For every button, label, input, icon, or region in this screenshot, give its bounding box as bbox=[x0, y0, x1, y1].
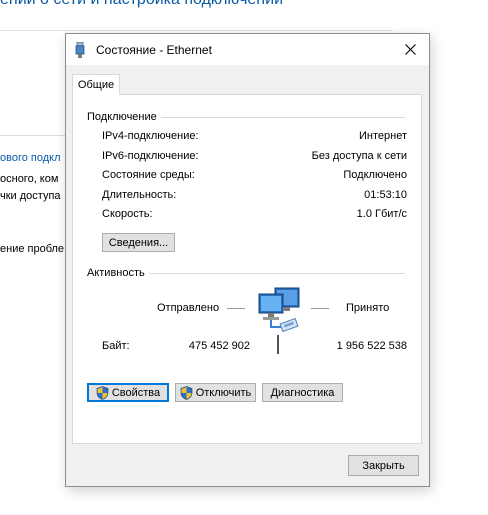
background-text-line: чки доступа bbox=[0, 190, 61, 202]
ipv6-label: IPv6-подключение: bbox=[102, 150, 199, 162]
media-state-value: Подключено bbox=[343, 169, 407, 181]
uac-shield-icon bbox=[96, 385, 109, 400]
received-line bbox=[311, 308, 329, 309]
tab-panel-general: Подключение IPv4-подключение: Интернет I… bbox=[72, 94, 422, 444]
background-header: ении о сети и настройка подключений bbox=[0, 0, 420, 9]
background-link-new-connection[interactable]: ового подкл bbox=[0, 152, 66, 164]
ipv4-value: Интернет bbox=[359, 130, 407, 142]
close-button[interactable] bbox=[391, 34, 429, 65]
tab-general[interactable]: Общие bbox=[72, 74, 120, 95]
sent-line bbox=[227, 308, 245, 309]
background-text-line: осного, ком bbox=[0, 173, 59, 185]
sent-label: Отправлено bbox=[157, 302, 220, 314]
duration-label: Длительность: bbox=[102, 189, 177, 201]
ipv6-value: Без доступа к сети bbox=[311, 150, 407, 162]
background-divider-2 bbox=[0, 135, 66, 136]
connection-group-title: Подключение bbox=[87, 111, 161, 123]
bytes-label: Байт: bbox=[102, 340, 130, 352]
bytes-received-value: 1 956 522 538 bbox=[336, 340, 407, 352]
status-dialog: Состояние - Ethernet Общие Подключение I… bbox=[65, 33, 430, 487]
speed-value: 1.0 Гбит/с bbox=[356, 208, 407, 220]
diagnose-button[interactable]: Диагностика bbox=[262, 383, 343, 402]
network-computers-icon bbox=[258, 287, 300, 333]
title-bar[interactable]: Состояние - Ethernet bbox=[66, 34, 429, 65]
uac-shield-icon bbox=[180, 385, 192, 400]
duration-value: 01:53:10 bbox=[364, 189, 407, 201]
close-dialog-button[interactable]: Закрыть bbox=[348, 455, 419, 476]
speed-label: Скорость: bbox=[102, 208, 153, 220]
properties-label: Свойства bbox=[111, 386, 161, 399]
properties-button[interactable]: Свойства bbox=[87, 383, 169, 402]
background-text-line: ение пробле bbox=[0, 243, 65, 255]
dialog-title: Состояние - Ethernet bbox=[96, 43, 212, 57]
activity-group-title: Активность bbox=[87, 267, 149, 279]
disable-button[interactable]: Отключить bbox=[175, 383, 256, 402]
details-button[interactable]: Сведения... bbox=[102, 233, 175, 252]
ipv4-label: IPv4-подключение: bbox=[102, 130, 199, 142]
background-divider bbox=[0, 30, 393, 31]
ethernet-cable-icon bbox=[75, 42, 85, 58]
bytes-sent-value: 475 452 902 bbox=[188, 340, 250, 352]
received-label: Принято bbox=[346, 302, 390, 314]
media-state-label: Состояние среды: bbox=[102, 169, 195, 181]
bytes-divider bbox=[277, 335, 279, 354]
close-icon bbox=[404, 44, 416, 55]
disable-label: Отключить bbox=[195, 386, 252, 399]
